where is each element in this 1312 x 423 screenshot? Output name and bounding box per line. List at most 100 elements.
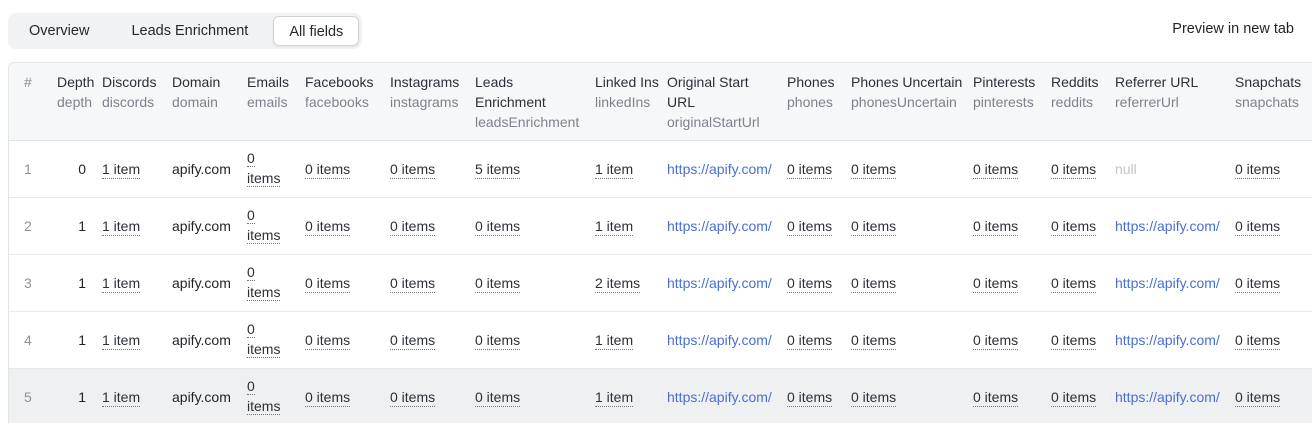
url-link[interactable]: https://apify.com/	[1115, 218, 1220, 234]
column-header[interactable]: Phones phones	[779, 63, 843, 141]
items-link[interactable]: 1 item	[595, 331, 634, 350]
url-link[interactable]: https://apify.com/	[1115, 389, 1220, 405]
items-link[interactable]: 0 items	[1051, 217, 1097, 236]
row-index-text: 2	[24, 217, 32, 234]
items-link[interactable]: 0 items	[390, 331, 436, 350]
items-link[interactable]: 1 item	[102, 217, 141, 236]
items-link[interactable]: 1 item	[102, 160, 141, 179]
column-header[interactable]: Linked Ins linkedIns	[587, 63, 659, 141]
column-header[interactable]: Phones Uncertain phonesUncertain	[843, 63, 965, 141]
items-link[interactable]: 1 item	[595, 217, 634, 236]
emails-count: 0	[247, 321, 255, 338]
items-link[interactable]: 0 items	[973, 331, 1019, 350]
column-header[interactable]: Facebooks facebooks	[297, 63, 382, 141]
items-link[interactable]: 0 items	[851, 160, 897, 179]
items-link[interactable]: 0 items	[851, 388, 897, 407]
items-link[interactable]: 0 items	[390, 388, 436, 407]
items-link[interactable]: 0 items	[1235, 274, 1281, 293]
column-header[interactable]: Pinterests pinterests	[965, 63, 1043, 141]
items-link[interactable]: 0 items	[1051, 388, 1097, 407]
items-link[interactable]: 0 items	[247, 148, 281, 189]
items-link[interactable]: 0 items	[390, 217, 436, 236]
items-link[interactable]: 0 items	[1235, 160, 1281, 179]
column-header[interactable]: Depth depth	[49, 63, 94, 141]
items-link[interactable]: 0 items	[851, 331, 897, 350]
table-row[interactable]: 311 item apify.com 0 items 0 items 0 items 0 i…	[9, 254, 1312, 311]
column-header[interactable]: Instagrams instagrams	[382, 63, 467, 141]
column-header[interactable]: Leads Enrichment leadsEnrichment	[467, 63, 587, 141]
items-link[interactable]: 0 items	[390, 160, 436, 179]
url-link[interactable]: https://apify.com/	[1115, 332, 1220, 348]
items-link[interactable]: 0 items	[973, 274, 1019, 293]
url-link[interactable]: https://apify.com/	[667, 218, 772, 234]
tab-leads-enrichment[interactable]: Leads Enrichment	[106, 16, 273, 46]
items-link[interactable]: 0 items	[851, 217, 897, 236]
cell-discords: 1 item	[94, 311, 164, 368]
items-link[interactable]: 0 items	[787, 388, 833, 407]
items-link[interactable]: 0 items	[305, 274, 351, 293]
items-link[interactable]: 1 item	[102, 274, 141, 293]
column-header[interactable]: Domain domain	[164, 63, 239, 141]
cell-discords: 1 item	[94, 254, 164, 311]
cell-depth: 1	[49, 197, 94, 254]
cell-pinterests: 0 items	[965, 311, 1043, 368]
cell-discords: 1 item	[94, 197, 164, 254]
items-link[interactable]: 1 item	[595, 388, 634, 407]
items-link[interactable]: 0 items	[1235, 331, 1281, 350]
tab-overview[interactable]: Overview	[11, 16, 106, 46]
url-link[interactable]: https://apify.com/	[667, 389, 772, 405]
items-link[interactable]: 0 items	[1051, 274, 1097, 293]
column-header[interactable]: Referrer URL referrerUrl	[1107, 63, 1227, 141]
items-link[interactable]: 1 item	[102, 331, 141, 350]
table-row[interactable]: 511 item apify.com 0 items 0 items 0 items 0 i…	[9, 368, 1312, 423]
column-header[interactable]: Emails emails	[239, 63, 297, 141]
items-link[interactable]: 0 items	[390, 274, 436, 293]
cell-instagrams: 0 items	[382, 368, 467, 423]
items-link[interactable]: 0 items	[1235, 217, 1281, 236]
items-link[interactable]: 0 items	[787, 160, 833, 179]
items-link[interactable]: 0 items	[973, 217, 1019, 236]
column-header[interactable]: Reddits reddits	[1043, 63, 1107, 141]
column-header[interactable]: Discords discords	[94, 63, 164, 141]
items-link[interactable]: 0 items	[475, 274, 521, 293]
cell-facebooks: 0 items	[297, 140, 382, 197]
items-link[interactable]: 0 items	[973, 160, 1019, 179]
url-link[interactable]: https://apify.com/	[667, 332, 772, 348]
items-link[interactable]: 0 items	[475, 331, 521, 350]
column-header[interactable]: Snapchats snapchats	[1227, 63, 1312, 141]
items-link[interactable]: 1 item	[102, 388, 141, 407]
items-link[interactable]: 0 items	[247, 319, 281, 360]
items-link[interactable]: 0 items	[305, 217, 351, 236]
items-link[interactable]: 2 items	[595, 274, 641, 293]
items-link[interactable]: 0 items	[851, 274, 897, 293]
items-link[interactable]: 0 items	[787, 274, 833, 293]
items-link[interactable]: 0 items	[787, 331, 833, 350]
items-link[interactable]: 0 items	[247, 376, 281, 417]
items-link[interactable]: 0 items	[973, 388, 1019, 407]
preview-in-new-tab-link[interactable]: Preview in new tab	[1172, 21, 1294, 37]
items-link[interactable]: 1 item	[595, 160, 634, 179]
items-link[interactable]: 0 items	[1235, 388, 1281, 407]
items-link[interactable]: 0 items	[475, 388, 521, 407]
items-link[interactable]: 0 items	[1051, 331, 1097, 350]
url-link[interactable]: https://apify.com/	[667, 161, 772, 177]
items-link[interactable]: 0 items	[787, 217, 833, 236]
table-row[interactable]: 411 item apify.com 0 items 0 items 0 items 0 i…	[9, 311, 1312, 368]
items-link[interactable]: 0 items	[1051, 160, 1097, 179]
items-link[interactable]: 0 items	[247, 205, 281, 246]
url-link[interactable]: https://apify.com/	[667, 275, 772, 291]
tab-all-fields[interactable]: All fields	[273, 16, 360, 46]
items-link[interactable]: 0 items	[247, 262, 281, 303]
table-row[interactable]: 211 item apify.com 0 items 0 items 0 items 0 i…	[9, 197, 1312, 254]
column-header[interactable]: Original Start URL originalStartUrl	[659, 63, 779, 141]
items-link[interactable]: 5 items	[475, 160, 521, 179]
url-link[interactable]: https://apify.com/	[1115, 275, 1220, 291]
cell-reddits: 0 items	[1043, 197, 1107, 254]
items-link[interactable]: 0 items	[305, 388, 351, 407]
table-row[interactable]: 101 item apify.com 0 items 0 items 0 items 5 i…	[9, 140, 1312, 197]
items-link[interactable]: 0 items	[305, 331, 351, 350]
cell-snapchats: 0 items	[1227, 254, 1312, 311]
items-link[interactable]: 0 items	[475, 217, 521, 236]
items-link[interactable]: 0 items	[305, 160, 351, 179]
emails-count: 0	[247, 378, 255, 395]
